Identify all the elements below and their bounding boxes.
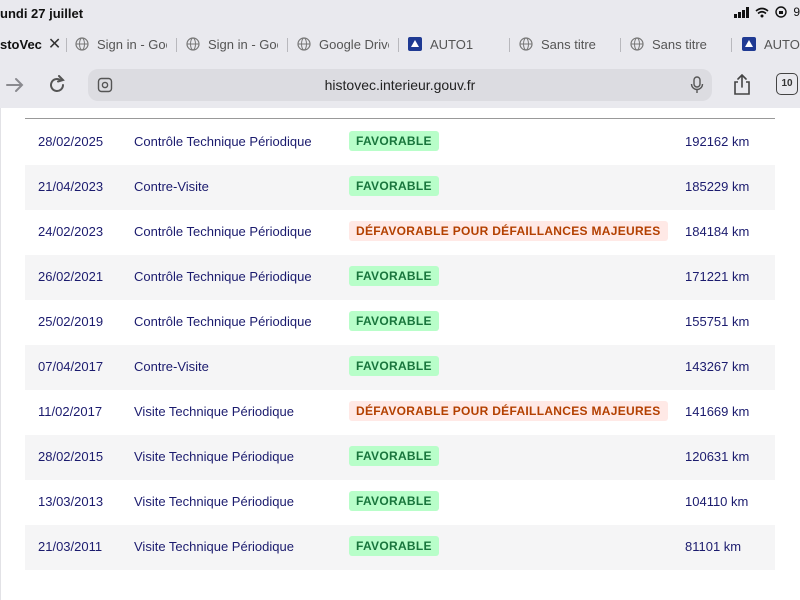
reload-button[interactable] [42, 70, 72, 100]
row-date: 13/03/2013 [38, 494, 104, 509]
auto1-logo-icon [408, 37, 422, 51]
tab-histovec[interactable]: stoVec ✕ [0, 30, 64, 58]
wifi-icon [755, 7, 769, 17]
row-date: 07/04/2017 [38, 359, 104, 374]
row-mileage: 143267 km [685, 359, 750, 374]
result-badge: DÉFAVORABLE POUR DÉFAILLANCES MAJEURES [349, 221, 668, 241]
close-tab-icon[interactable]: ✕ [48, 34, 61, 54]
tab-label: Sans titre [541, 36, 596, 52]
tab-google-drive[interactable]: Google Drive [297, 30, 389, 58]
globe-icon [186, 37, 200, 51]
result-badge: FAVORABLE [349, 176, 439, 196]
tab-overview-button[interactable]: 10 [776, 73, 798, 95]
tab-label: AUTO1 [430, 36, 474, 52]
table-row: 26/02/2021 Contrôle Technique Périodique… [25, 255, 775, 300]
orientation-lock-icon [775, 6, 788, 18]
share-icon [734, 74, 750, 95]
row-date: 21/04/2023 [38, 179, 104, 194]
row-mileage: 171221 km [685, 269, 750, 284]
row-type: Visite Technique Périodique [134, 539, 294, 554]
row-mileage: 104110 km [685, 494, 749, 509]
forward-button[interactable] [0, 70, 30, 100]
globe-icon [75, 37, 89, 51]
page-content: 28/02/2025 Contrôle Technique Périodique… [0, 108, 800, 600]
url-text: histovec.interieur.gouv.fr [324, 77, 476, 93]
table-row: 25/02/2019 Contrôle Technique Périodique… [25, 300, 775, 345]
result-badge: FAVORABLE [349, 536, 439, 556]
row-mileage: 81101 km [685, 539, 742, 554]
status-bar: undi 27 juillet 9 [0, 0, 800, 26]
microphone-icon[interactable] [688, 76, 706, 94]
table-row: 13/03/2013 Visite Technique Périodique F… [25, 480, 775, 525]
table-row: 11/02/2017 Visite Technique Périodique D… [25, 390, 775, 435]
tab-label: Sign in - Goo [208, 36, 278, 52]
row-type: Visite Technique Périodique [134, 494, 294, 509]
arrow-right-icon [6, 78, 24, 92]
row-type: Contre-Visite [134, 179, 209, 194]
tab-sign-in-1[interactable]: Sign in - Goo [75, 30, 167, 58]
tab-sans-titre-1[interactable]: Sans titre [519, 30, 611, 58]
tab-sign-in-2[interactable]: Sign in - Goo [186, 30, 278, 58]
address-bar[interactable]: histovec.interieur.gouv.fr [88, 69, 712, 101]
table-row: 28/02/2025 Contrôle Technique Périodique… [25, 120, 775, 165]
tab-label: Sign in - Goo [97, 36, 167, 52]
table-top-rule [25, 118, 775, 119]
result-badge: FAVORABLE [349, 446, 439, 466]
row-date: 28/02/2015 [38, 449, 104, 464]
tab-auto1[interactable]: AUTO1 [408, 30, 500, 58]
row-type: Contrôle Technique Périodique [134, 134, 312, 149]
battery-level: 9 [793, 5, 800, 19]
result-badge: FAVORABLE [349, 311, 439, 331]
row-mileage: 185229 km [685, 179, 750, 194]
browser-toolbar: histovec.interieur.gouv.fr 10 [0, 62, 800, 108]
row-type: Visite Technique Périodique [134, 449, 294, 464]
tab-sans-titre-2[interactable]: Sans titre [630, 30, 722, 58]
result-badge: FAVORABLE [349, 356, 439, 376]
row-date: 11/02/2017 [38, 404, 103, 419]
tab-label: Sans titre [652, 36, 707, 52]
status-time: undi 27 juillet [0, 6, 84, 21]
table-row: 24/02/2023 Contrôle Technique Périodique… [25, 210, 775, 255]
row-date: 26/02/2021 [38, 269, 104, 284]
table-row: 07/04/2017 Contre-Visite FAVORABLE 14326… [25, 345, 775, 390]
row-type: Contre-Visite [134, 359, 209, 374]
row-mileage: 141669 km [685, 404, 750, 419]
table-row: 21/03/2011 Visite Technique Périodique F… [25, 525, 775, 570]
status-indicators: 9 [734, 5, 800, 19]
row-type: Contrôle Technique Périodique [134, 224, 312, 239]
row-mileage: 155751 km [685, 314, 750, 329]
globe-icon [297, 37, 311, 51]
row-date: 21/03/2011 [38, 539, 103, 554]
tab-label: AUTO [764, 36, 800, 52]
row-date: 28/02/2025 [38, 134, 104, 149]
row-type: Contrôle Technique Périodique [134, 269, 312, 284]
row-mileage: 120631 km [685, 449, 750, 464]
row-mileage: 192162 km [685, 134, 750, 149]
globe-icon [630, 37, 644, 51]
row-type: Contrôle Technique Périodique [134, 314, 312, 329]
reload-icon [50, 75, 65, 92]
row-date: 25/02/2019 [38, 314, 104, 329]
table-row: 28/02/2015 Visite Technique Périodique F… [25, 435, 775, 480]
tab-auto[interactable]: AUTO [742, 30, 800, 58]
result-badge: FAVORABLE [349, 491, 439, 511]
tab-label: Google Drive [319, 36, 389, 52]
tab-label: stoVec [0, 36, 42, 52]
result-badge: FAVORABLE [349, 131, 439, 151]
cellular-signal-icon [734, 6, 750, 18]
globe-icon [519, 37, 533, 51]
result-badge: DÉFAVORABLE POUR DÉFAILLANCES MAJEURES [349, 401, 668, 421]
share-button[interactable] [727, 70, 757, 100]
tab-bar: stoVec ✕ Sign in - Goo Sign in - Goo Goo… [0, 26, 800, 62]
row-mileage: 184184 km [685, 224, 750, 239]
auto1-logo-icon [742, 37, 756, 51]
result-badge: FAVORABLE [349, 266, 439, 286]
row-date: 24/02/2023 [38, 224, 104, 239]
row-type: Visite Technique Périodique [134, 404, 294, 419]
table-row: 21/04/2023 Contre-Visite FAVORABLE 18522… [25, 165, 775, 210]
